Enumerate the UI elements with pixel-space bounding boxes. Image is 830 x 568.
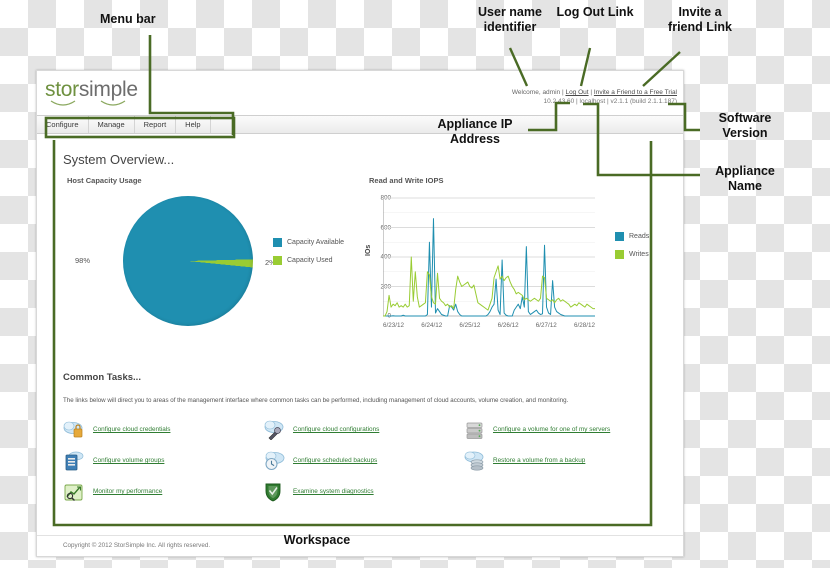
iops-legend: Reads Writes — [615, 232, 649, 268]
task-link-label[interactable]: Configure cloud configurations — [293, 426, 379, 433]
host-capacity-pie-chart — [123, 196, 253, 326]
cloud-lock-icon — [63, 418, 87, 442]
task-row: Monitor my performance Examine system di… — [63, 476, 663, 507]
chart-x-tick-label: 6/28/12 — [573, 322, 595, 329]
task-restore-volume-from-backup[interactable]: Restore a volume from a backup — [463, 445, 663, 476]
legend-item-writes: Writes — [615, 250, 649, 259]
logo-text-simple: simple — [78, 78, 138, 101]
read-write-iops-label: Read and Write IOPS — [369, 176, 444, 185]
common-tasks-description: The links below will direct you to areas… — [63, 397, 569, 404]
cloud-restore-icon — [463, 449, 487, 473]
brand-header: storsimple Welcome, admin | Log Out | In… — [37, 71, 683, 115]
task-empty-cell — [463, 476, 663, 507]
storsimple-logo: storsimple — [45, 78, 138, 102]
pie-legend: Capacity Available Capacity Used — [273, 238, 344, 274]
annotation-user-name: User name identifier — [478, 5, 542, 34]
task-configure-scheduled-backups[interactable]: Configure scheduled backups — [263, 445, 463, 476]
log-out-link[interactable]: Log Out — [565, 89, 588, 96]
task-link-label[interactable]: Monitor my performance — [93, 488, 162, 495]
storsimple-app-window: storsimple Welcome, admin | Log Out | In… — [36, 70, 684, 557]
task-row: Configure cloud credentials Configure cl… — [63, 414, 663, 445]
chart-x-tick-label: 6/25/12 — [459, 322, 481, 329]
annotation-software-version: Software Version — [718, 111, 772, 140]
cloud-wrench-icon — [263, 418, 287, 442]
common-tasks-grid: Configure cloud credentials Configure cl… — [63, 414, 663, 507]
chart-x-axis-ticks: 6/23/12 6/24/12 6/25/12 6/26/12 6/27/12 6/28/… — [383, 322, 595, 329]
annotation-appliance-name: Appliance Name — [715, 164, 775, 193]
task-link-label[interactable]: Configure scheduled backups — [293, 457, 377, 464]
legend-label-capacity-used: Capacity Used — [287, 257, 333, 264]
task-configure-volume-for-server[interactable]: Configure a volume for one of my servers — [463, 414, 663, 445]
legend-label-capacity-available: Capacity Available — [287, 239, 345, 246]
task-configure-cloud-configurations[interactable]: Configure cloud configurations — [263, 414, 463, 445]
copyright-text: Copyright © 2012 StorSimple Inc. All rig… — [63, 542, 211, 549]
invite-friend-link[interactable]: Invite a Friend to a Free Trial — [594, 89, 677, 96]
chart-x-tick-label: 6/24/12 — [421, 322, 443, 329]
common-tasks-title: Common Tasks... — [63, 372, 141, 383]
server-stack-icon — [463, 418, 487, 442]
task-row: Configure volume groups Configure schedu… — [63, 445, 663, 476]
page-title: System Overview... — [63, 152, 175, 167]
appliance-status-line: 10.2.43.60 | localhost | v2.1.1 (build 2… — [543, 98, 677, 105]
task-configure-volume-groups[interactable]: Configure volume groups — [63, 445, 263, 476]
logo-text-stor: stor — [45, 78, 79, 101]
task-examine-system-diagnostics[interactable]: Examine system diagnostics — [263, 476, 463, 507]
task-link-label[interactable]: Configure a volume for one of my servers — [493, 426, 610, 433]
task-monitor-my-performance[interactable]: Monitor my performance — [63, 476, 263, 507]
chart-x-tick-label: 6/27/12 — [535, 322, 557, 329]
menu-item-configure[interactable]: Configure — [37, 116, 89, 133]
legend-swatch-reads — [615, 232, 624, 241]
task-link-label[interactable]: Configure volume groups — [93, 457, 164, 464]
legend-item-capacity-available: Capacity Available — [273, 238, 344, 247]
legend-item-reads: Reads — [615, 232, 649, 241]
task-link-label[interactable]: Restore a volume from a backup — [493, 457, 585, 464]
pie-slices — [123, 196, 253, 326]
workspace-area: System Overview... Host Capacity Usage R… — [37, 134, 683, 540]
chart-plot-area — [383, 197, 595, 317]
legend-swatch-green — [273, 256, 282, 265]
annotation-log-out-link: Log Out Link — [556, 5, 634, 19]
host-capacity-usage-label: Host Capacity Usage — [67, 176, 142, 185]
annotation-appliance-ip: Appliance IP Address — [437, 117, 513, 146]
performance-chart-icon — [63, 480, 87, 504]
menu-bar: Configure Manage Report Help — [37, 115, 683, 134]
chart-x-tick-label: 6/23/12 — [383, 322, 405, 329]
menu-item-report[interactable]: Report — [135, 116, 177, 133]
cloud-clock-icon — [263, 449, 287, 473]
legend-item-capacity-used: Capacity Used — [273, 256, 344, 265]
task-link-label[interactable]: Examine system diagnostics — [293, 488, 374, 495]
iops-line-chart: IOs 0200400600800 6/23/126/24/126/25/126… — [365, 194, 609, 339]
task-configure-cloud-credentials[interactable]: Configure cloud credentials — [63, 414, 263, 445]
welcome-user-text: Welcome, admin | — [511, 89, 566, 96]
logo-swoosh-icon — [50, 100, 126, 106]
annotation-invite-friend-link: Invite a friend Link — [668, 5, 732, 34]
annotation-menu-bar: Menu bar — [100, 12, 156, 26]
volume-group-icon — [63, 449, 87, 473]
legend-label-writes: Writes — [629, 251, 649, 258]
menu-item-help[interactable]: Help — [176, 116, 211, 133]
task-link-label[interactable]: Configure cloud credentials — [93, 426, 170, 433]
header-user-links: Welcome, admin | Log Out | Invite a Frie… — [512, 87, 677, 98]
menu-item-manage[interactable]: Manage — [89, 116, 135, 133]
annotation-workspace: Workspace — [283, 533, 351, 547]
shield-icon — [263, 480, 287, 504]
legend-swatch-writes — [615, 250, 624, 259]
chart-x-tick-label: 6/26/12 — [497, 322, 519, 329]
legend-swatch-teal — [273, 238, 282, 247]
legend-label-reads: Reads — [629, 233, 650, 240]
pie-label-available: 98% — [75, 256, 91, 265]
